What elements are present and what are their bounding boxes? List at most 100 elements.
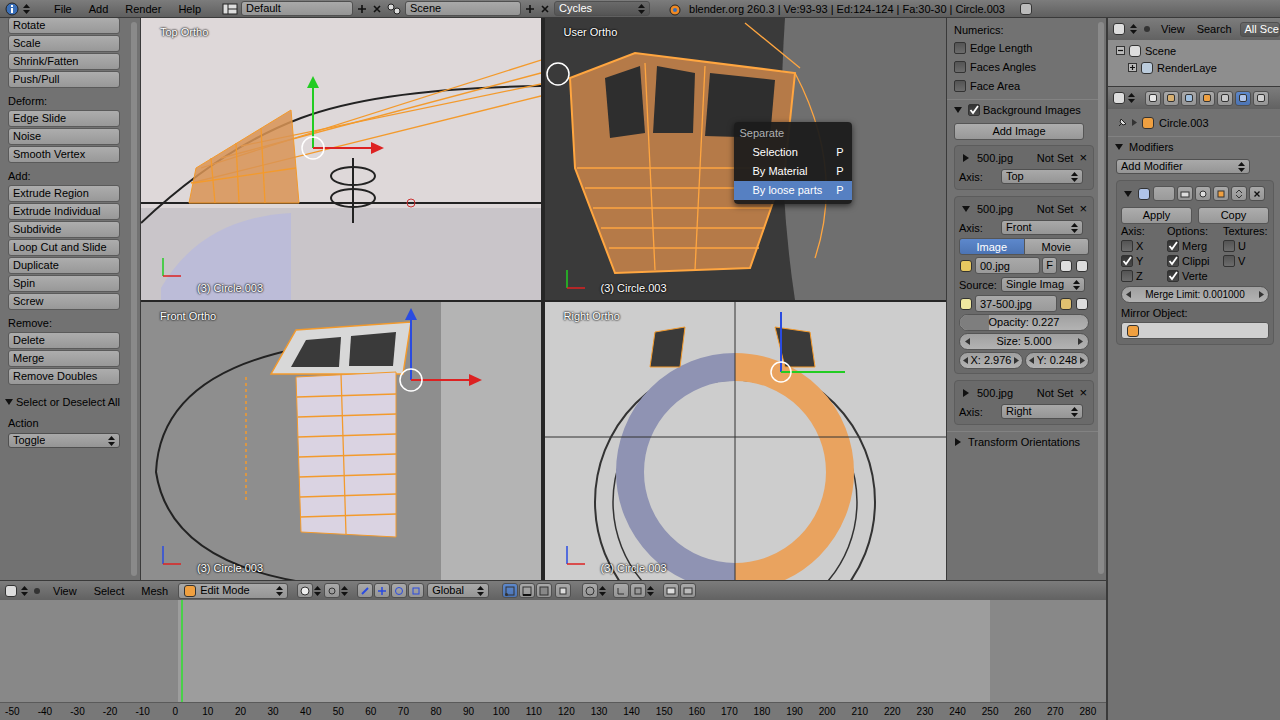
- menu-item[interactable]: Mesh: [134, 584, 175, 598]
- snap-element-icon[interactable]: [630, 583, 646, 598]
- menu-item[interactable]: Search: [1193, 22, 1236, 36]
- properties-editor-icon[interactable]: [1112, 91, 1126, 105]
- screen-layout-icon[interactable]: [222, 2, 238, 16]
- mirror-object-field[interactable]: [1121, 322, 1269, 339]
- 3d-viewport[interactable]: Top Ortho(3) Circle.003: [141, 18, 543, 300]
- apply-button[interactable]: Apply: [1121, 207, 1192, 224]
- manipulator-toggle-icon[interactable]: [357, 583, 373, 598]
- copy-button[interactable]: Copy: [1198, 207, 1269, 224]
- checkbox[interactable]: [1223, 255, 1235, 267]
- axis-dropdown[interactable]: Front: [1001, 220, 1083, 235]
- render-opengl-icon[interactable]: [663, 583, 679, 598]
- checkbox[interactable]: [1167, 240, 1179, 252]
- tool-button[interactable]: Duplicate: [8, 257, 120, 274]
- info-icon[interactable]: [4, 2, 20, 16]
- expand-toggle-icon[interactable]: [1128, 63, 1137, 72]
- option-checkbox[interactable]: Y: [1121, 255, 1167, 267]
- outliner-editor-icon[interactable]: [1112, 22, 1126, 36]
- operator-header[interactable]: Select or Deselect All: [2, 393, 131, 411]
- scrollbar[interactable]: [1098, 22, 1104, 574]
- checkbox[interactable]: [1121, 255, 1133, 267]
- show-editmode-icon[interactable]: [1213, 186, 1229, 201]
- render-engine-dropdown[interactable]: Cycles: [554, 1, 650, 16]
- checkbox[interactable]: [1121, 240, 1133, 252]
- window-fullscreen-icon[interactable]: [1019, 2, 1033, 16]
- pivot-arrows-icon[interactable]: [341, 583, 348, 598]
- remove-scene-icon[interactable]: [539, 3, 551, 15]
- checkbox[interactable]: [1121, 270, 1133, 282]
- add-modifier-dropdown[interactable]: Add Modifier: [1116, 159, 1250, 174]
- offset-y-field[interactable]: Y: 0.248: [1025, 352, 1089, 369]
- tool-button[interactable]: Merge: [8, 350, 120, 367]
- editor-arrows-icon[interactable]: [1128, 93, 1135, 103]
- 3d-viewport[interactable]: Right Ortho(3) Circle.003: [545, 302, 947, 580]
- folder-icon[interactable]: [1059, 297, 1073, 311]
- panel-header[interactable]: Transform Orientations: [947, 431, 1098, 452]
- disclosure-triangle-icon[interactable]: [955, 438, 961, 446]
- current-frame-line[interactable]: [181, 600, 183, 702]
- axis-dropdown[interactable]: Right: [1001, 404, 1083, 419]
- disclosure-triangle-icon[interactable]: [5, 399, 13, 405]
- tool-button[interactable]: Scale: [8, 35, 120, 52]
- tool-button[interactable]: Push/Pull: [8, 71, 120, 88]
- disclosure-triangle-icon[interactable]: [963, 154, 969, 162]
- source-tab[interactable]: Image: [959, 238, 1025, 255]
- remove-layout-icon[interactable]: [371, 3, 383, 15]
- menu-item[interactable]: View: [1157, 22, 1189, 36]
- disclosure-triangle-icon[interactable]: [954, 107, 962, 113]
- checkbox[interactable]: [1167, 255, 1179, 267]
- source-dropdown[interactable]: Single Imag: [1001, 277, 1085, 292]
- 3d-viewport[interactable]: Front Ortho(3) Circle.003: [141, 302, 543, 580]
- menu-item[interactable]: Select: [87, 584, 132, 598]
- pivot-point-icon[interactable]: [324, 583, 340, 598]
- scene-icon[interactable]: [386, 2, 402, 16]
- disclosure-triangle-icon[interactable]: [1124, 191, 1132, 197]
- disclosure-triangle-icon[interactable]: [963, 389, 969, 397]
- render-animation-icon[interactable]: [680, 583, 696, 598]
- proportional-arrows-icon[interactable]: [599, 583, 606, 598]
- tool-button[interactable]: Rotate: [8, 18, 120, 34]
- menu-item[interactable]: Render: [118, 2, 168, 16]
- option-checkbox[interactable]: U: [1223, 240, 1269, 252]
- tool-button[interactable]: Screw: [8, 293, 120, 310]
- tool-button[interactable]: Extrude Region: [8, 185, 120, 202]
- overlay-option[interactable]: Edge Length: [954, 38, 1094, 57]
- tool-button[interactable]: Remove Doubles: [8, 368, 120, 385]
- editor-arrows-icon[interactable]: [1130, 24, 1137, 34]
- scene-icon[interactable]: [1128, 44, 1142, 58]
- viewport-shading-icon[interactable]: [297, 583, 313, 598]
- source-tab[interactable]: Movie: [1025, 238, 1090, 255]
- editor-type-arrows-icon[interactable]: [23, 4, 30, 14]
- tool-button[interactable]: Smooth Vertex: [8, 146, 120, 163]
- collapse-menu-icon[interactable]: [1141, 23, 1153, 35]
- menu-item[interactable]: View: [46, 584, 84, 598]
- checkbox[interactable]: [954, 61, 966, 73]
- snap-icon[interactable]: [613, 583, 629, 598]
- shading-arrows-icon[interactable]: [314, 583, 321, 598]
- option-checkbox[interactable]: V: [1223, 255, 1269, 267]
- 3d-viewport[interactable]: User Ortho(3) Circle.003SeparateSelectio…: [545, 18, 947, 300]
- tool-button[interactable]: Noise: [8, 128, 120, 145]
- menu-item[interactable]: By loose partsP: [734, 181, 852, 200]
- remove-button[interactable]: ×: [1077, 150, 1089, 165]
- axis-dropdown[interactable]: Top: [1001, 169, 1083, 184]
- checkbox[interactable]: [954, 42, 966, 54]
- outliner-item[interactable]: Scene: [1108, 42, 1280, 59]
- tool-button[interactable]: Delete: [8, 332, 120, 349]
- translate-icon[interactable]: [374, 583, 390, 598]
- context-tab-icon[interactable]: [1181, 91, 1197, 106]
- context-tab-icon[interactable]: [1217, 91, 1233, 106]
- pin-icon[interactable]: [1116, 117, 1128, 129]
- menu-item[interactable]: SelectionP: [734, 143, 852, 162]
- add-image-button[interactable]: Add Image: [954, 123, 1084, 140]
- collapse-menu-icon[interactable]: [31, 585, 43, 597]
- scrollbar[interactable]: [131, 22, 137, 576]
- option-checkbox[interactable]: Z: [1121, 270, 1167, 282]
- tool-button[interactable]: Shrink/Fatten: [8, 53, 120, 70]
- add-scene-icon[interactable]: [524, 3, 536, 15]
- unlink-icon[interactable]: [1075, 259, 1089, 273]
- snap-arrows-icon[interactable]: [647, 583, 654, 598]
- rotate-icon[interactable]: [391, 583, 407, 598]
- offset-x-field[interactable]: X: 2.976: [959, 352, 1023, 369]
- panel-header[interactable]: Background Images: [947, 99, 1098, 120]
